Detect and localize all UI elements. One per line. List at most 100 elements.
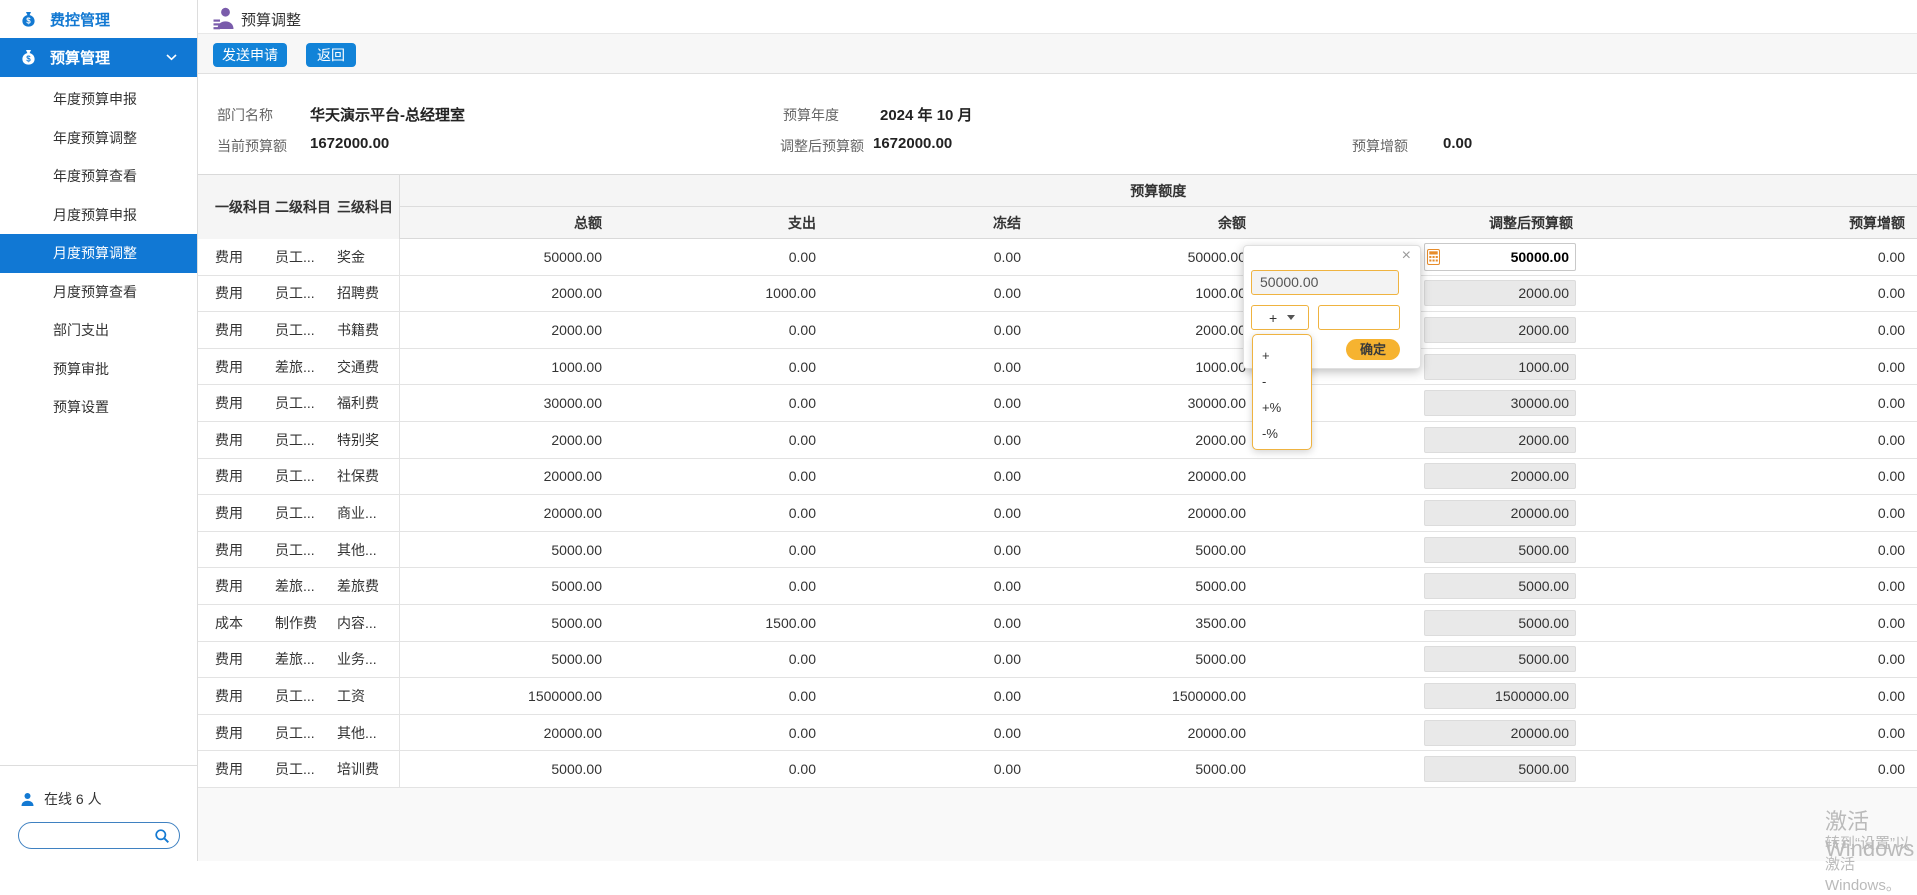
base-amount-field[interactable]: 50000.00 <box>1251 270 1399 295</box>
spent-cell: 0.00 <box>614 495 828 532</box>
adjusted-amount-input[interactable]: 20000.00 <box>1424 463 1576 489</box>
back-button[interactable]: 返回 <box>306 43 356 67</box>
adjusted-amount-input[interactable]: 1000.00 <box>1424 354 1576 380</box>
sidebar-item-budget-management[interactable]: $ 预算管理 <box>0 38 197 77</box>
budget-adjust-icon <box>213 6 234 30</box>
table-row: 费用员工...招聘费2000.001000.000.001000.002000.… <box>198 275 1917 312</box>
level1-value: 费用 <box>215 686 275 706</box>
adjusted-amount-input[interactable]: 5000.00 <box>1424 573 1576 599</box>
sidebar: $ 费控管理 $ 预算管理 年度预算申报年度预算调整年度预算查看月度预算申报月度… <box>0 0 198 861</box>
sidebar-subitem[interactable]: 月度预算申报 <box>0 196 197 235</box>
adjusted-amount-input[interactable]: 5000.00 <box>1424 646 1576 672</box>
sidebar-subitem[interactable]: 年度预算申报 <box>0 80 197 119</box>
frozen-cell: 0.00 <box>828 641 1033 678</box>
operator-value: + <box>1269 310 1277 326</box>
online-label: 在线 6 人 <box>44 789 102 809</box>
adjusted-cell: 20000.00 <box>1258 458 1585 495</box>
balance-cell: 30000.00 <box>1033 385 1258 422</box>
adjusted-cell: 5000.00 <box>1258 751 1585 788</box>
search-icon[interactable] <box>154 828 170 844</box>
spent-cell: 0.00 <box>614 421 828 458</box>
adjusted-amount-input[interactable]: 30000.00 <box>1424 390 1576 416</box>
send-application-button[interactable]: 发送申请 <box>213 43 287 67</box>
level1-value: 费用 <box>215 723 275 743</box>
spent-cell: 0.00 <box>614 641 828 678</box>
adjusted-amount-input[interactable]: 5000.00 <box>1424 610 1576 636</box>
balance-cell: 5000.00 <box>1033 568 1258 605</box>
spent-cell: 0.00 <box>614 531 828 568</box>
frozen-cell: 0.00 <box>828 312 1033 349</box>
level2-value: 员工... <box>275 540 337 560</box>
operator-option[interactable]: -% <box>1253 421 1311 447</box>
calculator-icon <box>1427 249 1440 265</box>
adjusted-amount-input[interactable]: 5000.00 <box>1424 756 1576 782</box>
spent-cell: 0.00 <box>614 714 828 751</box>
table-row: 费用员工...培训费5000.000.000.005000.005000.000… <box>198 751 1917 788</box>
col-header-total: 总额 <box>399 207 614 239</box>
adjusted-amount-input[interactable]: 20000.00 <box>1424 500 1576 526</box>
budget-year-value: 2024 年 10 月 <box>880 104 973 125</box>
level1-value: 费用 <box>215 466 275 486</box>
spent-cell: 1500.00 <box>614 604 828 641</box>
adjusted-cell: 5000.00 <box>1258 641 1585 678</box>
adjusted-cell: 5000.00 <box>1258 568 1585 605</box>
frozen-cell: 0.00 <box>828 714 1033 751</box>
total-cell: 1000.00 <box>399 348 614 385</box>
total-cell: 5000.00 <box>399 604 614 641</box>
spent-cell: 1000.00 <box>614 275 828 312</box>
svg-text:$: $ <box>26 55 31 64</box>
sidebar-subitem[interactable]: 部门支出 <box>0 311 197 350</box>
budget-table-wrap: 一级科目 二级科目 三级科目 预算额度 总额 支出 冻结 余额 调整后预算额 预… <box>198 174 1917 788</box>
total-cell: 5000.00 <box>399 751 614 788</box>
increase-cell: 0.00 <box>1585 678 1917 715</box>
sidebar-subitem[interactable]: 预算审批 <box>0 350 197 389</box>
subject-cell: 费用员工...商业... <box>198 495 399 532</box>
subject-cell: 费用员工...福利费 <box>198 385 399 422</box>
level2-value: 员工... <box>275 430 337 450</box>
sidebar-submenu: 年度预算申报年度预算调整年度预算查看月度预算申报月度预算调整月度预算查看部门支出… <box>0 80 197 427</box>
page-titlebar: 预算调整 <box>198 0 1917 34</box>
adjusted-amount-input[interactable]: 2000.00 <box>1424 280 1576 306</box>
sidebar-subitem[interactable]: 年度预算调整 <box>0 119 197 158</box>
search-input[interactable] <box>31 828 154 843</box>
total-cell: 1500000.00 <box>399 678 614 715</box>
frozen-cell: 0.00 <box>828 421 1033 458</box>
operator-option[interactable]: - <box>1253 369 1311 395</box>
sidebar-subitem[interactable]: 年度预算查看 <box>0 157 197 196</box>
level3-value: 福利费 <box>337 393 399 413</box>
budget-table: 一级科目 二级科目 三级科目 预算额度 总额 支出 冻结 余额 调整后预算额 预… <box>198 174 1917 788</box>
confirm-button[interactable]: 确定 <box>1346 339 1400 360</box>
sidebar-subitem[interactable]: 预算设置 <box>0 388 197 427</box>
level1-value: 费用 <box>215 320 275 340</box>
operator-option[interactable]: +% <box>1253 395 1311 421</box>
adjusted-amount-input[interactable]: 50000.00 <box>1424 243 1576 271</box>
online-status: 在线 6 人 <box>20 789 102 809</box>
total-cell: 20000.00 <box>399 714 614 751</box>
adjusted-amount-input[interactable]: 2000.00 <box>1424 317 1576 343</box>
level3-value: 其他... <box>337 723 399 743</box>
frozen-cell: 0.00 <box>828 751 1033 788</box>
balance-cell: 2000.00 <box>1033 312 1258 349</box>
adjusted-cell: 20000.00 <box>1258 714 1585 751</box>
adjust-amount-input[interactable] <box>1318 305 1400 330</box>
adjusted-amount-input[interactable]: 20000.00 <box>1424 720 1576 746</box>
sidebar-subitem[interactable]: 月度预算查看 <box>0 273 197 312</box>
sidebar-item-expense-control[interactable]: $ 费控管理 <box>0 0 197 38</box>
total-cell: 5000.00 <box>399 641 614 678</box>
adjusted-amount-input[interactable]: 5000.00 <box>1424 537 1576 563</box>
adjusted-amount-input[interactable]: 1500000.00 <box>1424 683 1576 709</box>
close-icon[interactable]: × <box>1402 247 1411 265</box>
spent-cell: 0.00 <box>614 239 828 276</box>
total-cell: 5000.00 <box>399 568 614 605</box>
operator-option[interactable]: + <box>1253 343 1311 369</box>
adjusted-amount-input[interactable]: 2000.00 <box>1424 427 1576 453</box>
table-row: 费用差旅...业务...5000.000.000.005000.005000.0… <box>198 641 1917 678</box>
sidebar-subitem[interactable]: 月度预算调整 <box>0 234 197 273</box>
operator-select[interactable]: + <box>1251 305 1309 330</box>
sidebar-divider <box>0 765 198 766</box>
frozen-cell: 0.00 <box>828 348 1033 385</box>
table-row: 费用员工...其他...5000.000.000.005000.005000.0… <box>198 531 1917 568</box>
col-header-frozen: 冻结 <box>828 207 1033 239</box>
frozen-cell: 0.00 <box>828 385 1033 422</box>
level1-value: 费用 <box>215 430 275 450</box>
